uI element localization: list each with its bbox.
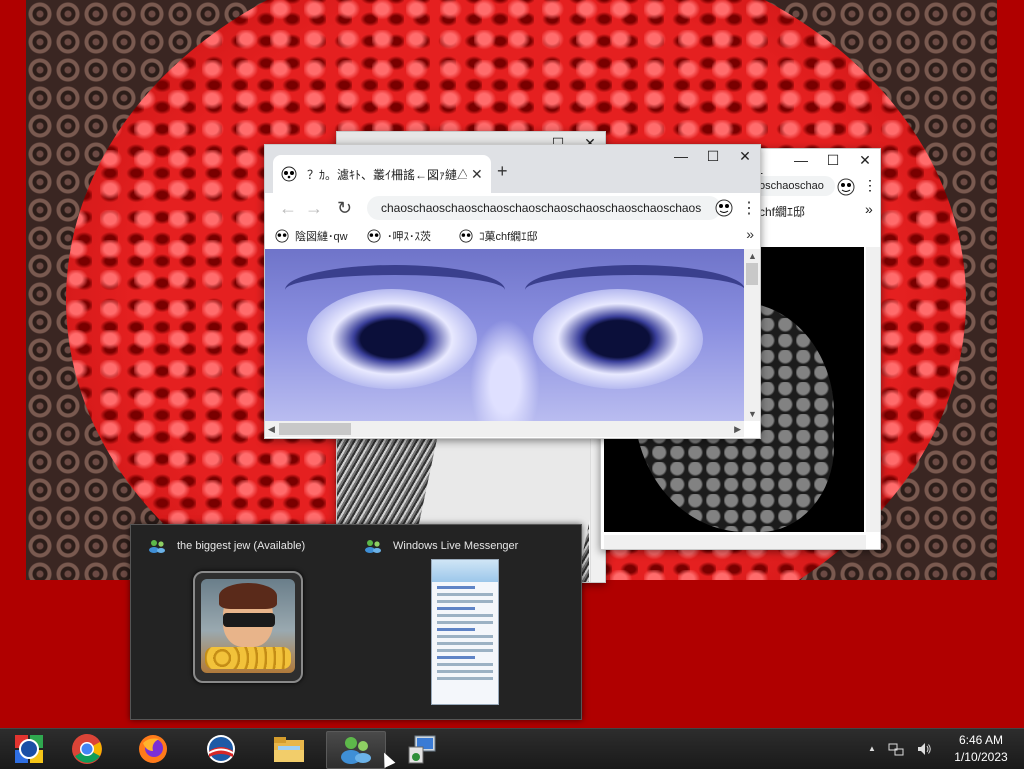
browser-tab[interactable]: ？ｶ。濾ｷﾄ、叢ｲ柵謠←図ｧ縺△ ✕ <box>273 155 491 193</box>
messenger-window-thumbnail[interactable] <box>431 559 499 705</box>
horizontal-scrollbar[interactable]: ◀ ▶ <box>265 421 744 437</box>
tab-title: ？ｶ。濾ｷﾄ、叢ｲ柵謠←図ｧ縺△ <box>307 167 467 182</box>
bookmarks-overflow-icon[interactable]: » <box>746 226 754 242</box>
bookmark-item-3[interactable]: ｺ菓chf繝ｴ邸 <box>459 228 538 244</box>
close-button[interactable]: ✕ <box>736 147 754 165</box>
popup-item-1-header[interactable]: the biggest jew (Available) <box>147 539 305 553</box>
panda-favicon-icon <box>281 166 297 182</box>
right-eye <box>533 289 703 389</box>
tab-strip: ？ｶ。濾ｷﾄ、叢ｲ柵謠←図ｧ縺△ ✕ + — ☐ ✕ <box>265 145 760 193</box>
forward-arrow-icon[interactable]: → <box>305 198 323 219</box>
messenger-buddy-icon <box>365 540 381 553</box>
messenger-buddy-icon <box>149 540 165 553</box>
taskbar-messenger[interactable] <box>326 731 386 769</box>
bookmarks-overflow-icon[interactable]: » <box>865 201 873 217</box>
avatar <box>201 579 295 673</box>
panda-favicon-icon <box>459 229 473 243</box>
maximize-button[interactable]: ☐ <box>704 147 722 165</box>
new-tab-button[interactable]: + <box>497 161 508 182</box>
taskbar-chrome[interactable] <box>58 731 116 767</box>
clock-date: 1/10/2023 <box>954 750 1008 764</box>
bookmark-label: 陰図縺･qw <box>295 231 348 243</box>
system-tray: ▲ <box>868 741 932 757</box>
network-icon[interactable] <box>888 741 904 757</box>
popup-item-2-header[interactable]: Windows Live Messenger <box>363 539 518 553</box>
vertical-scrollbar[interactable]: ▲ ▼ <box>744 249 760 421</box>
taskbar-file-explorer[interactable] <box>260 731 318 767</box>
extension-icon[interactable] <box>837 178 855 196</box>
browser-window-front[interactable]: ？ｶ。濾ｷﾄ、叢ｲ柵謠←図ｧ縺△ ✕ + — ☐ ✕ ← → ↻ chaosch… <box>264 144 761 439</box>
maximize-button[interactable]: ☐ <box>824 151 842 169</box>
tray-chevron-icon[interactable]: ▲ <box>868 741 876 757</box>
horizontal-scrollbar[interactable] <box>604 535 866 549</box>
taskbar-obama[interactable] <box>192 731 250 767</box>
volume-icon[interactable] <box>916 741 932 757</box>
minimize-button[interactable]: — <box>672 147 690 165</box>
browser-toolbar: ← → ↻ chaoschaoschaoschaoschaoschaoschao… <box>265 193 760 223</box>
bookmarks-bar: 陰図縺･qw ･呷ｽ･ｽ茨 ｺ菓chf繝ｴ邸 » <box>265 223 760 250</box>
taskbar-computer[interactable] <box>394 731 452 767</box>
conversation-thumbnail[interactable] <box>193 571 303 683</box>
taskbar: ▲ 6:46 AM 1/10/2023 <box>0 728 1024 769</box>
clock-time: 6:46 AM <box>958 733 1004 747</box>
start-orb-icon <box>15 735 43 763</box>
bookmark-item[interactable]: chf繝ｴ邸 <box>759 203 805 220</box>
start-button[interactable] <box>0 731 58 767</box>
messenger-icon <box>341 737 371 764</box>
popup-item-1-title: the biggest jew (Available) <box>177 540 306 552</box>
address-bar[interactable]: oschaoschao <box>751 176 835 196</box>
bookmark-label: ･呷ｽ･ｽ茨 <box>387 231 431 243</box>
popup-item-2-title: Windows Live Messenger <box>393 540 519 552</box>
obama-logo-icon <box>207 735 235 763</box>
clock[interactable]: 6:46 AM 1/10/2023 <box>944 732 1018 766</box>
nose <box>470 319 540 421</box>
chrome-icon <box>72 734 102 764</box>
vertical-scrollbar[interactable] <box>866 247 880 532</box>
computer-icon <box>408 735 436 764</box>
panda-favicon-icon <box>367 229 381 243</box>
extension-icon[interactable] <box>715 199 733 217</box>
close-tab-icon[interactable]: ✕ <box>471 166 483 183</box>
menu-dots-icon[interactable]: ⋮ <box>741 198 757 218</box>
bookmark-label: ｺ菓chf繝ｴ邸 <box>479 231 538 243</box>
back-arrow-icon[interactable]: ← <box>279 198 297 219</box>
left-eye <box>307 289 477 389</box>
bookmark-item-2[interactable]: ･呷ｽ･ｽ茨 <box>367 228 431 244</box>
taskbar-thumbnail-popup: the biggest jew (Available) Windows Live… <box>130 524 582 720</box>
taskbar-firefox[interactable] <box>124 731 182 767</box>
address-bar[interactable]: chaoschaoschaoschaoschaoschaoschaoschaos… <box>367 196 721 220</box>
menu-dots-icon[interactable]: ⋮ <box>863 177 877 194</box>
file-explorer-icon <box>274 737 304 762</box>
panda-favicon-icon <box>275 229 289 243</box>
page-content-eyes <box>265 249 744 421</box>
close-button[interactable]: ✕ <box>856 151 874 169</box>
firefox-icon <box>139 735 167 763</box>
minimize-button[interactable]: — <box>792 151 810 169</box>
bookmark-item-1[interactable]: 陰図縺･qw <box>275 228 348 244</box>
reload-icon[interactable]: ↻ <box>337 198 352 219</box>
